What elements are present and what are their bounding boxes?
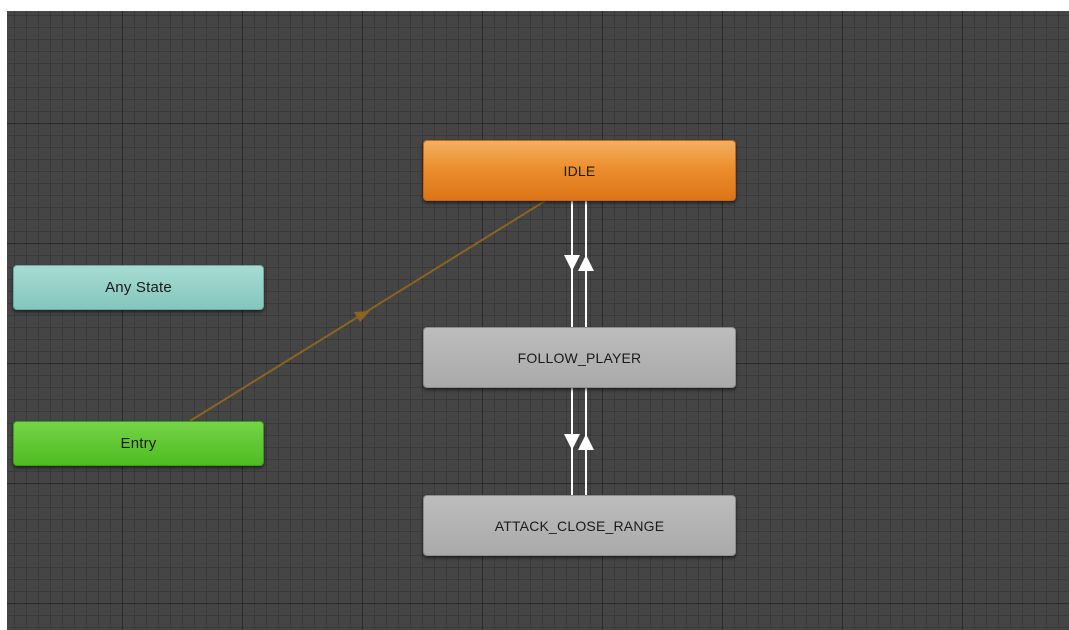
state-node-attack-close-range[interactable]: ATTACK_CLOSE_RANGE: [423, 495, 736, 556]
state-label-idle: IDLE: [563, 162, 596, 179]
state-node-follow-player[interactable]: FOLLOW_PLAYER: [423, 327, 736, 388]
state-label-follow-player: FOLLOW_PLAYER: [517, 349, 642, 366]
state-node-idle[interactable]: IDLE: [423, 140, 736, 201]
state-label-any-state: Any State: [105, 279, 172, 296]
state-label-entry: Entry: [120, 435, 157, 452]
state-node-entry[interactable]: Entry: [13, 421, 264, 466]
state-label-attack-close-range: ATTACK_CLOSE_RANGE: [494, 517, 665, 534]
state-node-any-state[interactable]: Any State: [13, 265, 264, 310]
